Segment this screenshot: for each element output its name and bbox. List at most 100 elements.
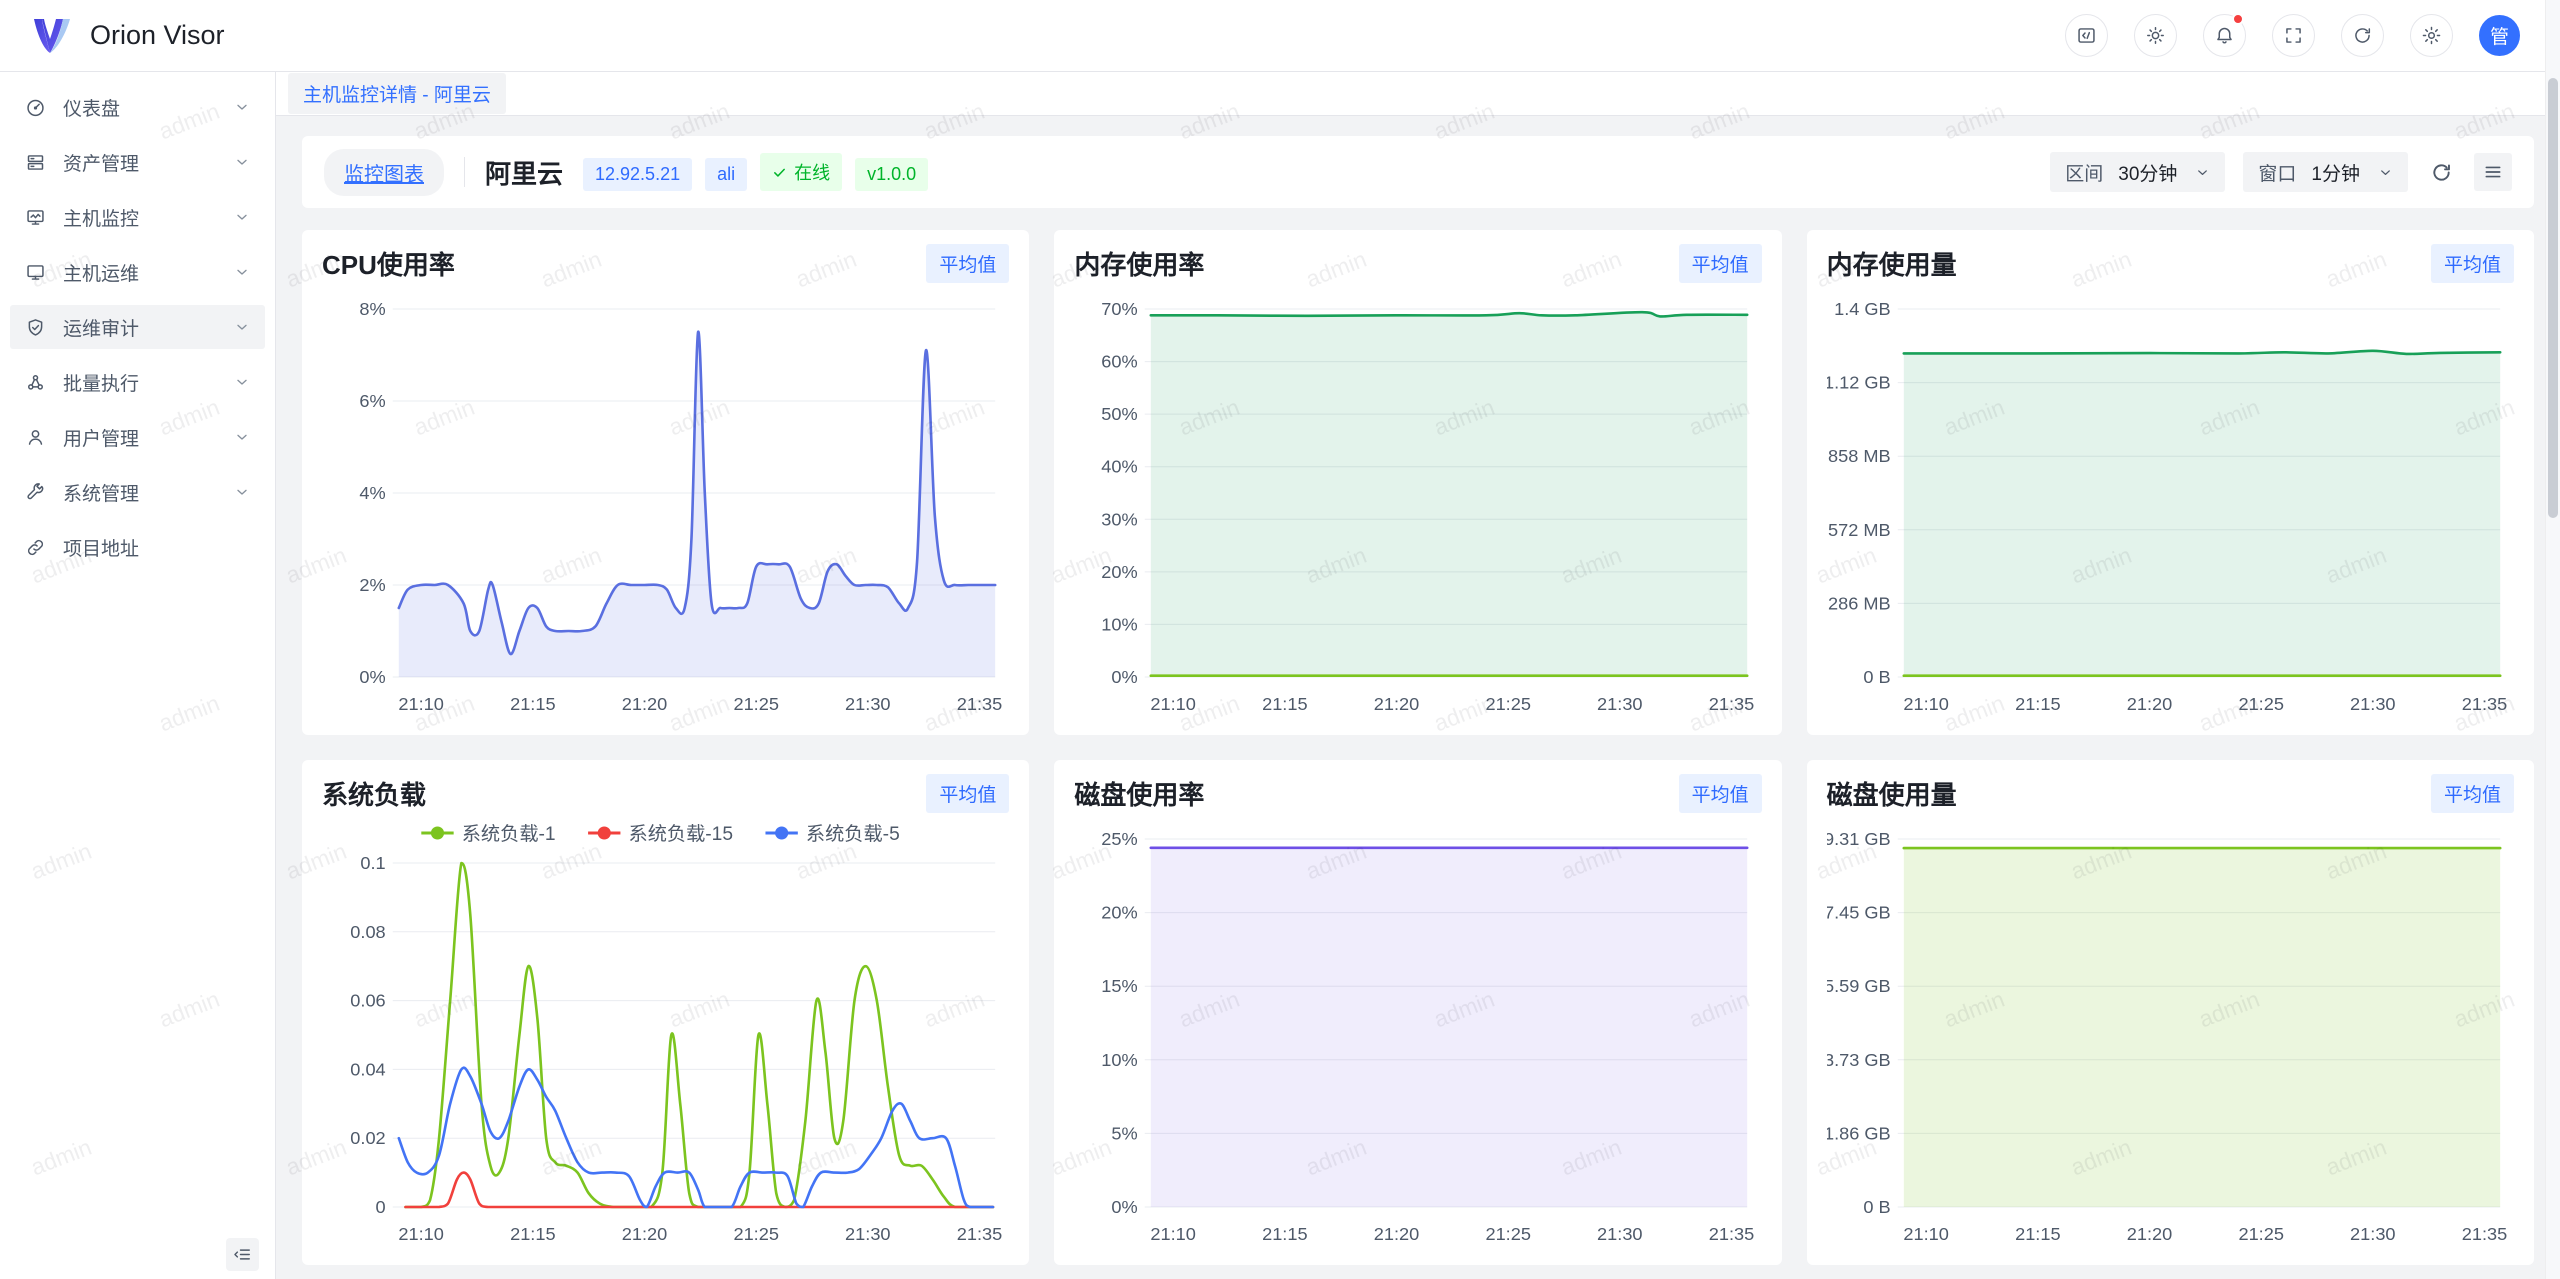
chevron-down-icon <box>234 429 250 445</box>
theme-button[interactable] <box>2134 14 2177 57</box>
svg-text:21:30: 21:30 <box>1597 1224 1642 1244</box>
average-badge: 平均值 <box>2431 244 2514 283</box>
chevron-down-icon <box>234 374 250 390</box>
svg-text:21:10: 21:10 <box>398 694 443 714</box>
chart-canvas[interactable]: 0%5%10%15%20%25%21:1021:1521:2021:2521:3… <box>1074 815 1761 1253</box>
svg-text:50%: 50% <box>1102 404 1138 424</box>
svg-text:0.1: 0.1 <box>360 853 385 873</box>
sidebar: 仪表盘资产管理主机监控主机运维运维审计批量执行用户管理系统管理项目地址 <box>0 72 276 1279</box>
chevron-down-icon <box>234 264 250 280</box>
chart-panel: 磁盘使用率平均值0%5%10%15%20%25%21:1021:1521:202… <box>1054 760 1781 1265</box>
average-badge: 平均值 <box>2431 774 2514 813</box>
svg-text:21:25: 21:25 <box>2238 694 2283 714</box>
sidebar-collapse-button[interactable] <box>226 1238 259 1271</box>
svg-text:60%: 60% <box>1102 352 1138 372</box>
svg-text:21:15: 21:15 <box>2015 1224 2060 1244</box>
interval-select[interactable]: 区间 30分钟 <box>2050 152 2225 192</box>
chevron-down-icon <box>2177 165 2210 180</box>
sidebar-item-label: 系统管理 <box>63 479 234 506</box>
window-select[interactable]: 窗口 1分钟 <box>2243 152 2408 192</box>
svg-text:21:35: 21:35 <box>2461 694 2506 714</box>
svg-text:3.73 GB: 3.73 GB <box>1827 1050 1891 1070</box>
navbar-actions: 管 <box>2065 14 2520 57</box>
sidebar-item-host-monitor[interactable]: 主机监控 <box>10 195 265 239</box>
svg-text:858 MB: 858 MB <box>1828 446 1891 466</box>
svg-text:30%: 30% <box>1102 509 1138 529</box>
charts-grid: CPU使用率平均值0%2%4%6%8%21:1021:1521:2021:252… <box>302 230 2534 1265</box>
sidebar-item-users[interactable]: 用户管理 <box>10 415 265 459</box>
badge-text: 在线 <box>794 159 830 185</box>
menu-fold-icon <box>233 1245 252 1264</box>
svg-text:5.59 GB: 5.59 GB <box>1827 976 1891 996</box>
brand: Orion Visor <box>30 15 225 57</box>
batch-icon <box>25 372 46 393</box>
svg-text:9.31 GB: 9.31 GB <box>1827 829 1891 849</box>
chart-title: CPU使用率 <box>322 245 455 282</box>
chart-panel: 磁盘使用量平均值0 B1.86 GB3.73 GB5.59 GB7.45 GB9… <box>1807 760 2534 1265</box>
svg-text:21:20: 21:20 <box>622 694 667 714</box>
panel-header: 内存使用量 平均值 <box>1827 244 2514 283</box>
logo-icon <box>30 15 76 57</box>
chart-canvas[interactable]: 0%10%20%30%40%50%60%70%21:1021:1521:2021… <box>1074 285 1761 723</box>
window-value: 1分钟 <box>2311 159 2360 186</box>
badge-text: 12.92.5.21 <box>595 164 680 185</box>
svg-text:21:10: 21:10 <box>1903 1224 1948 1244</box>
svg-text:20%: 20% <box>1102 562 1138 582</box>
svg-text:21:35: 21:35 <box>957 694 1002 714</box>
sidebar-item-system[interactable]: 系统管理 <box>10 470 265 514</box>
sidebar-item-dashboard[interactable]: 仪表盘 <box>10 85 265 129</box>
window-label: 窗口 <box>2258 159 2296 186</box>
svg-text:21:15: 21:15 <box>2015 694 2060 714</box>
sidebar-item-assets[interactable]: 资产管理 <box>10 140 265 184</box>
code-button[interactable] <box>2065 14 2108 57</box>
svg-text:21:30: 21:30 <box>845 694 890 714</box>
link-icon <box>25 537 46 558</box>
svg-text:21:15: 21:15 <box>1262 694 1307 714</box>
breadcrumb-tab[interactable]: 主机监控详情 - 阿里云 <box>288 73 506 114</box>
host-badge: ali <box>705 158 747 191</box>
settings-button[interactable] <box>2410 14 2453 57</box>
refresh-icon <box>2352 25 2373 46</box>
svg-text:21:10: 21:10 <box>1151 1224 1196 1244</box>
average-badge: 平均值 <box>1679 774 1762 813</box>
svg-text:21:25: 21:25 <box>1486 694 1531 714</box>
tabs-bar: 主机监控详情 - 阿里云 <box>276 72 2560 116</box>
chart-canvas[interactable]: 0 B1.86 GB3.73 GB5.59 GB7.45 GB9.31 GB21… <box>1827 815 2514 1253</box>
fullscreen-button[interactable] <box>2272 14 2315 57</box>
svg-text:0 B: 0 B <box>1863 667 1890 687</box>
svg-text:25%: 25% <box>1102 829 1138 849</box>
svg-text:21:15: 21:15 <box>510 694 555 714</box>
host-monitor-icon <box>25 207 46 228</box>
svg-text:40%: 40% <box>1102 457 1138 477</box>
sidebar-menu: 仪表盘资产管理主机监控主机运维运维审计批量执行用户管理系统管理项目地址 <box>0 72 275 569</box>
chart-title: 内存使用量 <box>1827 245 1957 282</box>
notifications-button[interactable] <box>2203 14 2246 57</box>
code-icon <box>2076 25 2097 46</box>
chart-canvas[interactable]: 0%2%4%6%8%21:1021:1521:2021:2521:3021:35 <box>322 285 1009 723</box>
svg-text:21:10: 21:10 <box>398 1224 443 1244</box>
refresh-button[interactable] <box>2341 14 2384 57</box>
sidebar-item-audit[interactable]: 运维审计 <box>10 305 265 349</box>
sidebar-item-link[interactable]: 项目地址 <box>10 525 265 569</box>
monitor-chart-tab[interactable]: 监控图表 <box>324 149 444 196</box>
refresh-charts-button[interactable] <box>2426 157 2456 187</box>
svg-text:21:15: 21:15 <box>510 1224 555 1244</box>
svg-text:系统负载-1: 系统负载-1 <box>462 823 556 845</box>
chart-list-button[interactable] <box>2474 153 2512 191</box>
chart-canvas[interactable]: 0 B286 MB572 MB858 MB1.12 GB1.4 GB21:102… <box>1827 285 2514 723</box>
badge-text: ali <box>717 164 735 185</box>
page-scrollbar[interactable] <box>2545 0 2560 1279</box>
chart-canvas[interactable]: 00.020.040.060.080.121:1021:1521:2021:25… <box>322 815 1009 1253</box>
sidebar-item-host-ops[interactable]: 主机运维 <box>10 250 265 294</box>
scrollbar-thumb[interactable] <box>2548 78 2558 518</box>
notification-dot <box>2232 13 2244 25</box>
sidebar-item-batch[interactable]: 批量执行 <box>10 360 265 404</box>
user-avatar[interactable]: 管 <box>2479 15 2520 56</box>
svg-text:21:30: 21:30 <box>1597 694 1642 714</box>
badge-text: v1.0.0 <box>867 164 916 185</box>
svg-text:572 MB: 572 MB <box>1828 520 1891 540</box>
panel-header: 磁盘使用量平均值 <box>1827 774 2514 813</box>
chevron-down-icon <box>2360 165 2393 180</box>
chevron-down-icon <box>234 209 250 225</box>
interval-label: 区间 <box>2065 159 2103 186</box>
